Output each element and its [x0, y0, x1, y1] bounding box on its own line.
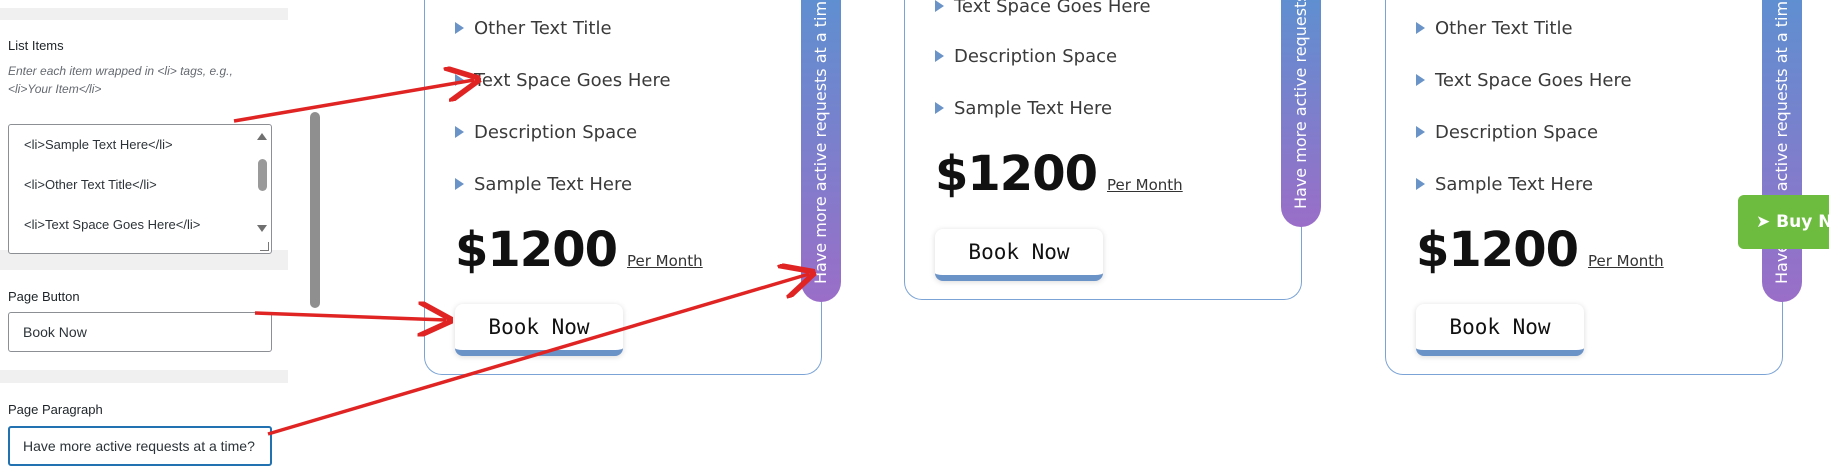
page-button-panel: Page Button Book Now [0, 270, 288, 370]
list-item: Sample Text Here [1416, 174, 1593, 198]
price: $1200 Per Month [935, 146, 1183, 202]
page-button-label: Page Button [8, 289, 80, 304]
resize-handle-icon[interactable] [260, 242, 269, 251]
triangle-bullet-icon [455, 73, 464, 86]
price: $1200 Per Month [1416, 222, 1664, 278]
pricing-card: Other Text Title Text Space Goes Here De… [1385, 0, 1802, 375]
scroll-down-icon[interactable] [257, 225, 267, 232]
triangle-bullet-icon [455, 21, 464, 34]
list-item: Text Space Goes Here [1416, 70, 1632, 94]
list-item: Other Text Title [1416, 18, 1573, 42]
textarea-line: <li>Text Space Goes Here</li> [24, 217, 201, 232]
triangle-bullet-icon [455, 177, 464, 190]
period-link[interactable]: Per Month [1107, 176, 1183, 194]
triangle-bullet-icon [455, 125, 464, 138]
buy-now-button[interactable]: ➤ Buy N [1738, 195, 1829, 249]
period-link[interactable]: Per Month [1588, 252, 1664, 270]
list-item: Description Space [455, 122, 637, 146]
triangle-bullet-icon [935, 101, 944, 114]
list-item: Sample Text Here [935, 98, 1112, 122]
triangle-bullet-icon [1416, 125, 1425, 138]
book-now-button[interactable]: Book Now [1416, 304, 1584, 356]
pricing-card: Text Space Goes Here Description Space S… [904, 0, 1321, 300]
period-link[interactable]: Per Month [627, 252, 703, 270]
list-items-label: List Items [8, 38, 64, 53]
triangle-bullet-icon [1416, 21, 1425, 34]
triangle-bullet-icon [1416, 177, 1425, 190]
price: $1200 Per Month [455, 222, 703, 278]
panel-top-strip [0, 0, 288, 8]
page-paragraph-input[interactable]: Have more active requests at a time? [8, 426, 272, 466]
list-items-panel: List Items Enter each item wrapped in <l… [0, 20, 288, 254]
vertical-tab-text: Have more active requests at a time? [1291, 0, 1310, 209]
list-item: Sample Text Here [455, 174, 632, 198]
list-item: Other Text Title [455, 18, 612, 42]
book-now-button[interactable]: Book Now [455, 304, 623, 356]
list-item: Text Space Goes Here [935, 0, 1151, 20]
textarea-scroll-thumb[interactable] [258, 159, 267, 191]
triangle-bullet-icon [935, 49, 944, 62]
vertical-tab: Have more active requests at a time? [1281, 0, 1321, 227]
settings-panel: List Items Enter each item wrapped in <l… [0, 0, 288, 473]
triangle-bullet-icon [935, 0, 944, 12]
vertical-tab: Have more active requests at a time? [1762, 0, 1802, 302]
list-items-textarea[interactable]: <li>Sample Text Here</li> <li>Other Text… [8, 124, 272, 254]
page-button-input[interactable]: Book Now [8, 312, 272, 352]
textarea-line: <li>Other Text Title</li> [24, 177, 157, 192]
pricing-card: Other Text Title Text Space Goes Here De… [424, 0, 841, 375]
triangle-bullet-icon [1416, 73, 1425, 86]
send-arrow-icon: ➤ [1756, 212, 1771, 232]
page-paragraph-panel: Page Paragraph Have more active requests… [0, 383, 288, 473]
settings-scrollbar[interactable] [310, 112, 320, 308]
list-items-help: Enter each item wrapped in <li> tags, e.… [8, 64, 233, 96]
textarea-scrollbar[interactable] [257, 133, 267, 243]
vertical-tab-text: Have more active requests at a time? [811, 0, 830, 284]
textarea-line: <li>Sample Text Here</li> [24, 137, 173, 152]
list-item: Description Space [1416, 122, 1598, 146]
list-item: Description Space [935, 46, 1117, 70]
vertical-tab: Have more active requests at a time? [801, 0, 841, 302]
page-paragraph-label: Page Paragraph [8, 402, 103, 417]
book-now-button[interactable]: Book Now [935, 229, 1103, 281]
scroll-up-icon[interactable] [257, 133, 267, 140]
list-item: Text Space Goes Here [455, 70, 671, 94]
